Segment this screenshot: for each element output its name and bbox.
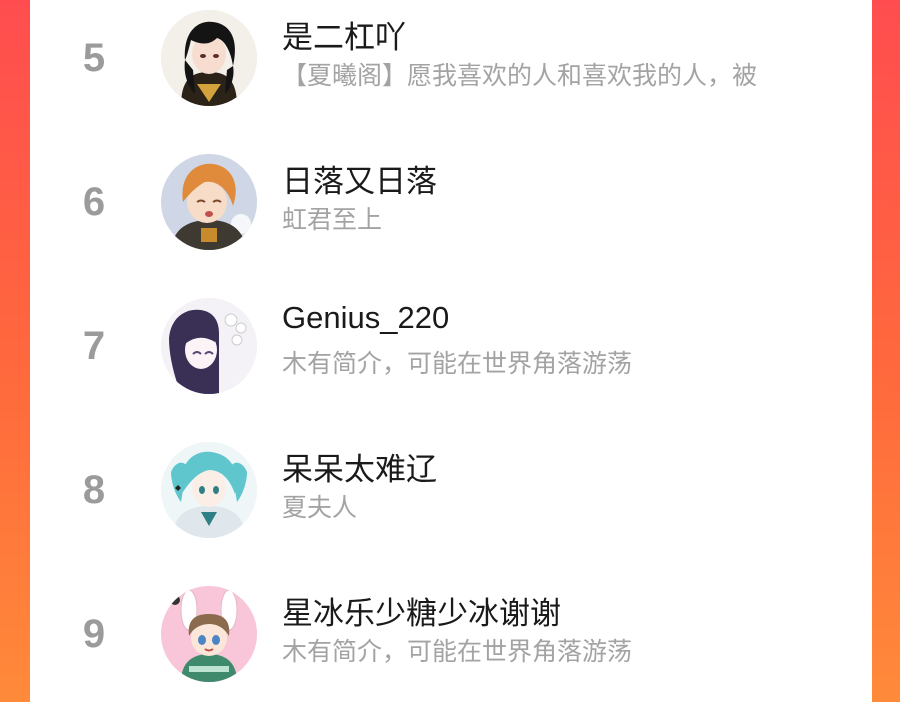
avatar[interactable]: [161, 154, 257, 250]
user-name[interactable]: Genius_220: [282, 300, 449, 336]
rank-number: 7: [82, 324, 106, 368]
avatar-anime-purple-hair-icon: [161, 298, 257, 394]
user-name[interactable]: 是二杠吖: [282, 12, 406, 57]
ranking-page: 5 是二杠吖 【夏曦阁】愿我喜欢的人和喜欢我的人，被 6 日落又日落 虹君至上 …: [0, 0, 900, 702]
user-bio: 木有简介，可能在世界角落游荡: [282, 637, 633, 666]
user-bio: 虹君至上: [282, 205, 383, 234]
user-bio: 木有简介，可能在世界角落游荡: [282, 349, 633, 378]
list-item[interactable]: 9 星冰乐少糖少冰谢谢 木有简介，可能在世界角落游荡: [30, 576, 872, 696]
user-bio: 夏夫人: [282, 493, 358, 522]
ranking-list: 5 是二杠吖 【夏曦阁】愿我喜欢的人和喜欢我的人，被 6 日落又日落 虹君至上 …: [30, 0, 872, 702]
list-item[interactable]: 6 日落又日落 虹君至上: [30, 144, 872, 264]
avatar[interactable]: [161, 586, 257, 682]
user-name[interactable]: 日落又日落: [282, 156, 437, 201]
avatar-anime-orange-hair-icon: [161, 154, 257, 250]
avatar[interactable]: [161, 442, 257, 538]
avatar[interactable]: [161, 10, 257, 106]
list-item[interactable]: 8 呆呆太难辽 夏夫人: [30, 432, 872, 552]
user-name[interactable]: 呆呆太难辽: [282, 444, 437, 489]
user-bio: 【夏曦阁】愿我喜欢的人和喜欢我的人，被: [282, 61, 758, 90]
rank-number: 8: [82, 468, 106, 512]
rank-number: 9: [82, 612, 106, 656]
avatar-anime-teal-hair-icon: [161, 442, 257, 538]
rank-number: 5: [82, 36, 106, 80]
avatar[interactable]: [161, 298, 257, 394]
list-item[interactable]: 5 是二杠吖 【夏曦阁】愿我喜欢的人和喜欢我的人，被: [30, 0, 872, 120]
list-item[interactable]: 7 Genius_220 木有简介，可能在世界角落游荡: [30, 288, 872, 408]
user-name[interactable]: 星冰乐少糖少冰谢谢: [282, 588, 561, 633]
rank-number: 6: [82, 180, 106, 224]
avatar-anime-dark-hair-icon: [161, 10, 257, 106]
avatar-anime-bunny-ears-icon: [161, 586, 257, 682]
